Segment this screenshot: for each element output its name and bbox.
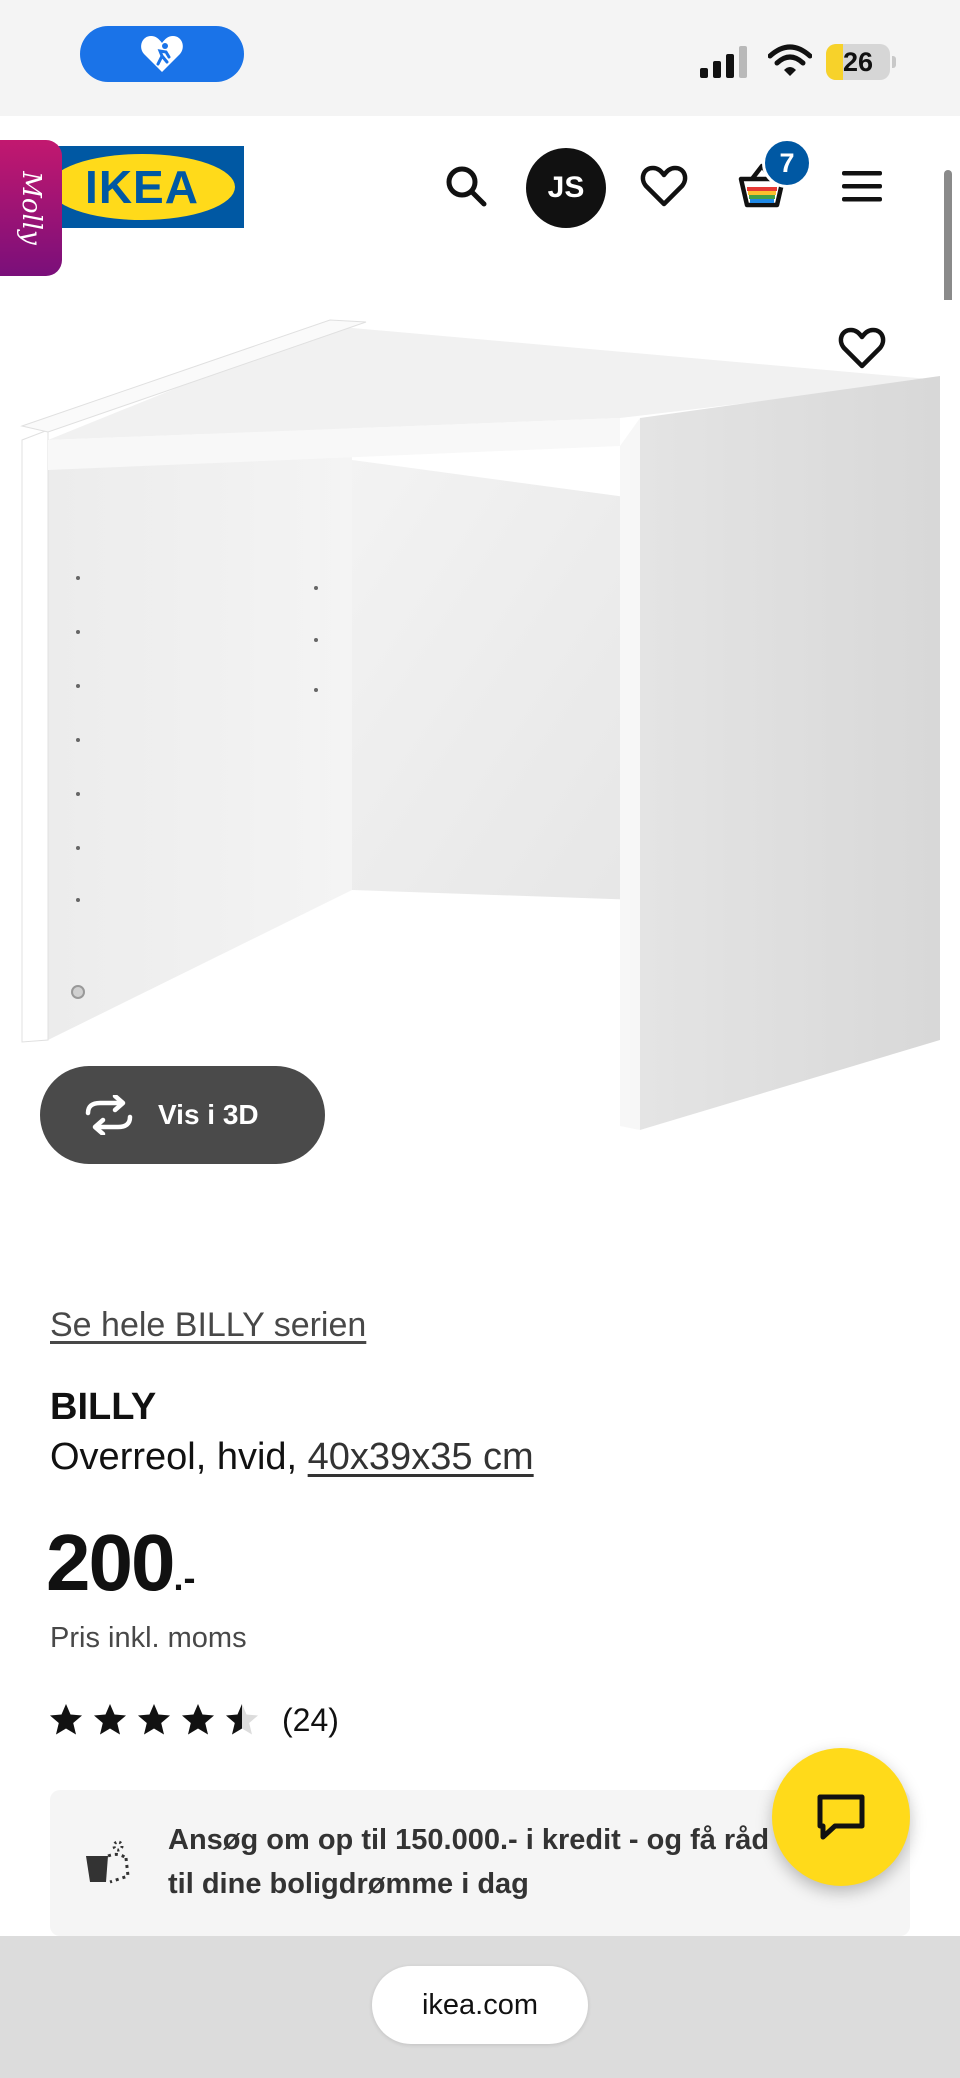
favorites-button[interactable] [626,148,702,224]
logo-text: IKEA [85,161,199,213]
molly-label: Molly [16,171,47,245]
product-image[interactable] [0,300,960,1180]
battery-percent: 26 [842,47,874,77]
add-to-favorites-button[interactable] [822,308,902,388]
price-suffix: .- [173,1557,196,1598]
running-heart-icon [141,36,183,72]
cart-count-badge: 7 [762,138,812,188]
view-3d-button[interactable]: Vis i 3D [40,1066,325,1164]
activity-pill[interactable] [80,26,244,82]
rating-star-icon [226,1704,258,1735]
rating-star-icon [182,1704,214,1735]
ikea-logo[interactable]: IKEA [40,146,244,228]
menu-icon [842,171,882,202]
price-value: 200 [46,1518,175,1607]
rating-star-icon [50,1704,82,1735]
chat-button[interactable] [772,1748,910,1886]
review-count: (24) [282,1701,339,1738]
status-bar: 26 [0,0,960,116]
shelf-unit-illustration [20,319,940,1130]
search-button[interactable] [428,148,504,224]
vat-note: Pris inkl. moms [50,1622,247,1654]
wifi-icon [768,44,812,76]
heart-icon [640,165,688,207]
product-price: 200.- [46,1518,195,1623]
credit-banner-text: Ansøg om op til 150.000.- i kredit - og … [168,1824,770,1900]
menu-button[interactable] [824,148,900,224]
product-rating[interactable]: (24) [48,1698,339,1742]
product-name: BILLY [50,1386,157,1428]
piggy-bank-icon [86,1840,130,1884]
molly-tab[interactable]: Molly [0,140,62,276]
series-link[interactable]: Se hele BILLY serien [50,1306,366,1345]
account-avatar[interactable]: JS [526,148,606,228]
view-3d-label: Vis i 3D [158,1099,259,1130]
chat-bubble-icon [817,1794,865,1840]
signal-icon [700,46,747,78]
product-description: Overreol, hvid, 40x39x35 cm [50,1436,534,1479]
heart-icon [838,327,886,369]
rating-star-icon [94,1704,126,1735]
rating-star-icon [138,1704,170,1735]
rotate-3d-icon [85,1095,133,1135]
product-type: Overreol, hvid, [50,1436,308,1478]
search-icon [446,166,487,207]
dimensions-link[interactable]: 40x39x35 cm [308,1436,534,1478]
rating-stars [48,1702,260,1738]
battery-icon: 26 [826,44,896,80]
url-bar[interactable]: ikea.com [372,1966,588,2044]
